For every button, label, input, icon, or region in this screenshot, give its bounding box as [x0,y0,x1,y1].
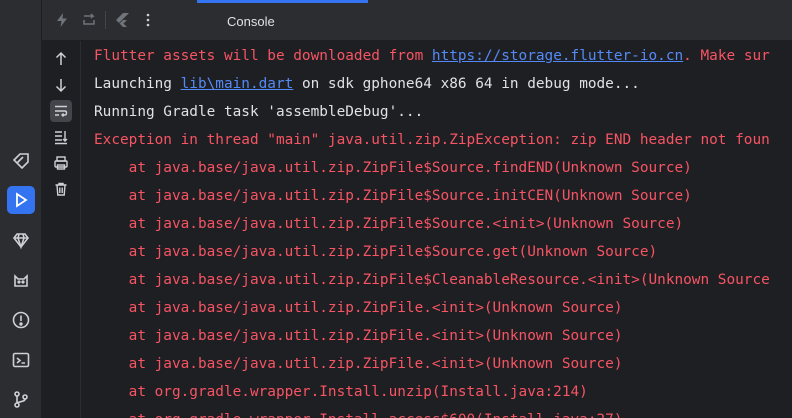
stack-trace-line: at java.base/java.util.zip.ZipFile.<init… [94,356,623,372]
active-tab-indicator [197,0,368,3]
print-icon[interactable] [50,152,72,174]
soft-wrap-icon[interactable] [50,100,72,122]
cat-icon[interactable] [7,266,35,294]
lightning-icon[interactable] [54,12,70,28]
scroll-to-end-icon[interactable] [50,126,72,148]
left-toolwindow-strip [0,0,42,418]
console-line: Running Gradle task 'assembleDebug'... [94,104,424,120]
storage-url-link[interactable]: https://storage.flutter-io.cn [432,48,683,64]
tab-console[interactable]: Console [227,14,275,29]
stack-trace-line: at java.base/java.util.zip.ZipFile.<init… [94,328,623,344]
console-line: Flutter assets will be downloaded from h… [94,48,770,64]
stack-trace-line: at org.gradle.wrapper.Install.access$600… [94,406,623,418]
console-line: Launching lib\main.dart on sdk gphone64 … [94,76,640,92]
rerun-icon[interactable] [81,12,97,28]
exception-line: Exception in thread "main" java.util.zip… [94,132,770,148]
scroll-down-icon[interactable] [50,74,72,96]
git-icon[interactable] [7,385,35,413]
stack-trace-line: at java.base/java.util.zip.ZipFile$Sourc… [94,216,684,232]
console-toolbar: Console [42,0,792,41]
gem-icon[interactable] [7,226,35,254]
more-options-icon[interactable] [140,12,156,28]
console-actions-column [42,41,81,418]
console-output[interactable]: Flutter assets will be downloaded from h… [81,41,792,418]
flutter-icon[interactable] [114,12,130,28]
stack-trace-line: at java.base/java.util.zip.ZipFile$Sourc… [94,160,692,176]
stack-trace-line: at java.base/java.util.zip.ZipFile.<init… [94,300,623,316]
tag-icon[interactable] [7,147,35,175]
stack-trace-line: at java.base/java.util.zip.ZipFile$Clean… [94,272,770,288]
main-dart-link[interactable]: lib\main.dart [181,76,294,92]
problems-icon[interactable] [7,306,35,334]
toolbar-separator [105,11,106,29]
terminal-icon[interactable] [7,346,35,374]
stack-trace-line: at org.gradle.wrapper.Install.unzip(Inst… [94,384,588,400]
stack-trace-line: at java.base/java.util.zip.ZipFile$Sourc… [94,188,692,204]
run-icon[interactable] [7,186,35,214]
stack-trace-line: at java.base/java.util.zip.ZipFile$Sourc… [94,244,658,260]
clear-icon[interactable] [50,178,72,200]
scroll-up-icon[interactable] [50,48,72,70]
